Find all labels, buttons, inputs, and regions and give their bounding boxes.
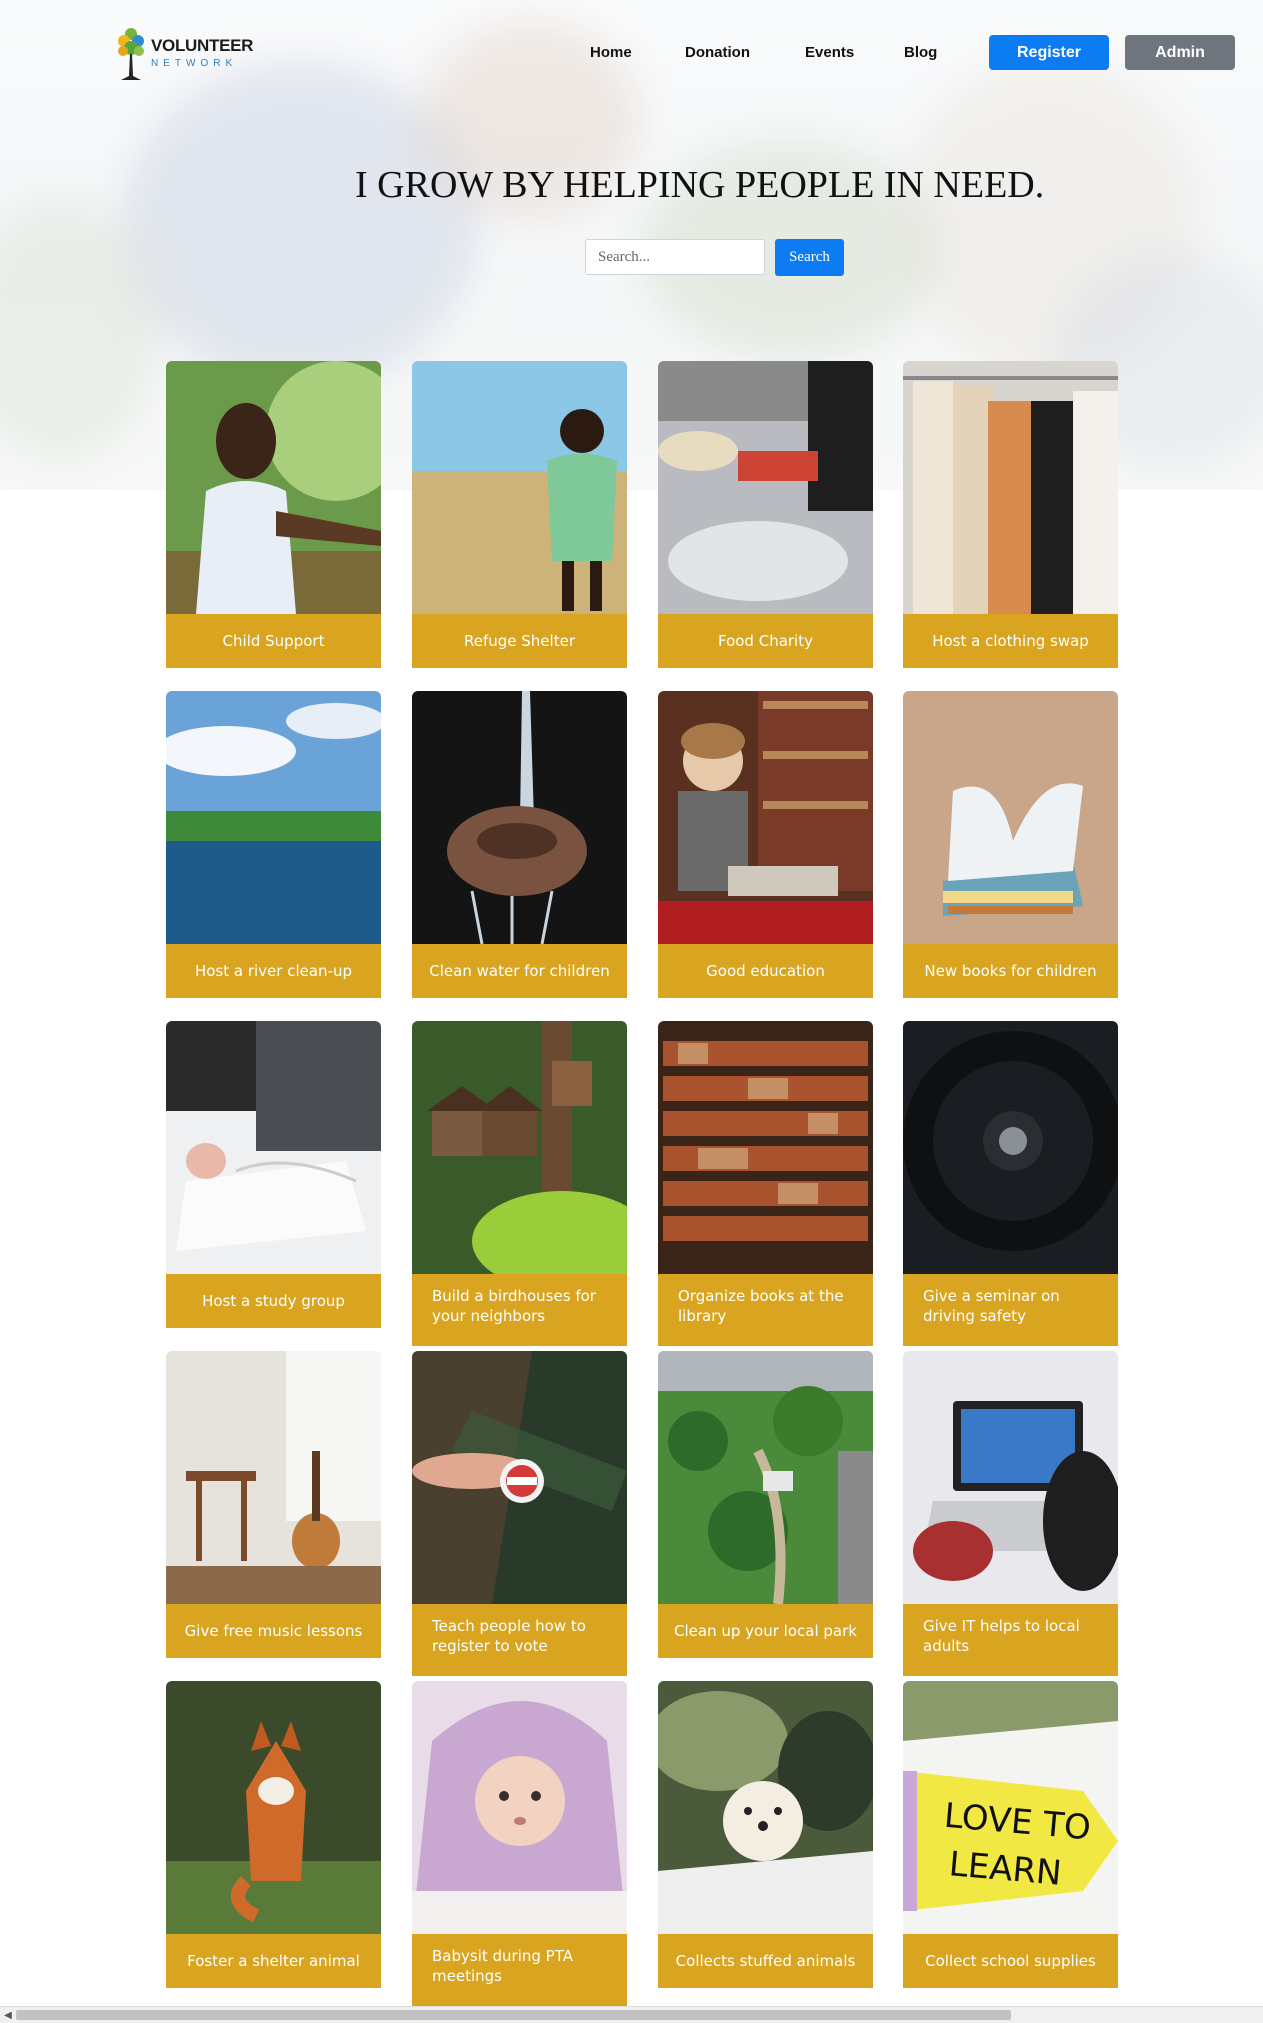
brand-name: VOLUNTEER: [151, 36, 254, 55]
nav-home[interactable]: Home: [590, 44, 632, 61]
card[interactable]: Organize books at the library: [658, 1021, 873, 1346]
card[interactable]: Foster a shelter animal: [166, 1681, 381, 1988]
birdhouse-photo[interactable]: [412, 1021, 627, 1274]
card[interactable]: Collects stuffed animals: [658, 1681, 873, 1988]
bookshelves-photo[interactable]: [658, 1021, 873, 1274]
scrollbar-thumb[interactable]: [16, 2010, 1011, 2020]
card-title[interactable]: Good education: [658, 944, 873, 998]
card-title[interactable]: Clean water for children: [412, 944, 627, 998]
card[interactable]: Teach people how to register to vote: [412, 1351, 627, 1676]
card[interactable]: Host a river clean-up: [166, 691, 381, 998]
card-title[interactable]: Organize books at the library: [658, 1274, 873, 1346]
card-title[interactable]: Host a clothing swap: [903, 614, 1118, 668]
card-title[interactable]: Babysit during PTA meetings: [412, 1934, 627, 2006]
card-title[interactable]: Host a river clean-up: [166, 944, 381, 998]
card-title[interactable]: Give free music lessons: [166, 1604, 381, 1658]
clothing-rack-photo[interactable]: [903, 361, 1118, 614]
boy-in-library-photo[interactable]: [658, 691, 873, 944]
food-stall-photo[interactable]: [658, 361, 873, 614]
card[interactable]: Build a birdhouses for your neighbors: [412, 1021, 627, 1346]
park-aerial-photo[interactable]: [658, 1351, 873, 1604]
baby-blanket-photo[interactable]: [412, 1681, 627, 1934]
register-button[interactable]: Register: [989, 35, 1109, 70]
card[interactable]: Refuge Shelter: [412, 361, 627, 668]
brand-logo[interactable]: VOLUNTEER NETWORK: [115, 24, 253, 82]
scroll-left-icon[interactable]: ◀: [0, 2007, 16, 2023]
card-title[interactable]: Give IT helps to local adults: [903, 1604, 1118, 1676]
river-photo[interactable]: [166, 691, 381, 944]
card[interactable]: Clean up your local park: [658, 1351, 873, 1658]
tree-logo-icon: [115, 24, 147, 82]
card-title[interactable]: Foster a shelter animal: [166, 1934, 381, 1988]
card[interactable]: Give IT helps to local adults: [903, 1351, 1118, 1676]
card[interactable]: Child Support: [166, 361, 381, 668]
water-hands-photo[interactable]: [412, 691, 627, 944]
brand-subname: NETWORK: [151, 58, 238, 69]
girl-outdoors-photo[interactable]: [166, 361, 381, 614]
laptop-typing-photo[interactable]: [903, 1351, 1118, 1604]
card[interactable]: Good education: [658, 691, 873, 998]
steering-wheel-photo[interactable]: [903, 1021, 1118, 1274]
book-stack-photo[interactable]: [903, 691, 1118, 944]
card[interactable]: Give a seminar on driving safety: [903, 1021, 1118, 1346]
nav-donation[interactable]: Donation: [685, 44, 750, 61]
horizontal-scrollbar[interactable]: ◀: [0, 2006, 1263, 2023]
voted-sticker-photo[interactable]: [412, 1351, 627, 1604]
card[interactable]: Food Charity: [658, 361, 873, 668]
card-title[interactable]: Teach people how to register to vote: [412, 1604, 627, 1676]
study-notes-photo[interactable]: [166, 1021, 381, 1274]
card[interactable]: Babysit during PTA meetings: [412, 1681, 627, 2006]
fox-photo[interactable]: [166, 1681, 381, 1934]
card[interactable]: Host a study group: [166, 1021, 381, 1328]
search-button[interactable]: Search: [775, 239, 844, 276]
card-title[interactable]: Host a study group: [166, 1274, 381, 1328]
nav-events[interactable]: Events: [805, 44, 854, 61]
card[interactable]: Clean water for children: [412, 691, 627, 998]
search-input[interactable]: [585, 239, 765, 275]
card-title[interactable]: New books for children: [903, 944, 1118, 998]
card[interactable]: New books for children: [903, 691, 1118, 998]
card[interactable]: Give free music lessons: [166, 1351, 381, 1658]
card-title[interactable]: Clean up your local park: [658, 1604, 873, 1658]
card-title[interactable]: Child Support: [166, 614, 381, 668]
card-title[interactable]: Collect school supplies: [903, 1934, 1118, 1988]
hero-headline: I GROW BY HELPING PEOPLE IN NEED.: [355, 164, 1045, 206]
card-title[interactable]: Build a birdhouses for your neighbors: [412, 1274, 627, 1346]
nav-blog[interactable]: Blog: [904, 44, 937, 61]
love-to-learn-sign-photo[interactable]: LOVE TO LEARN: [903, 1681, 1118, 1934]
fluffy-dog-photo[interactable]: [658, 1681, 873, 1934]
boy-in-field-photo[interactable]: [412, 361, 627, 614]
card[interactable]: LOVE TO LEARN Collect school supplies: [903, 1681, 1118, 1988]
card-title[interactable]: Give a seminar on driving safety: [903, 1274, 1118, 1346]
card[interactable]: Host a clothing swap: [903, 361, 1118, 668]
admin-button[interactable]: Admin: [1125, 35, 1235, 70]
card-title[interactable]: Refuge Shelter: [412, 614, 627, 668]
card-title[interactable]: Collects stuffed animals: [658, 1934, 873, 1988]
card-title[interactable]: Food Charity: [658, 614, 873, 668]
guitar-room-photo[interactable]: [166, 1351, 381, 1604]
